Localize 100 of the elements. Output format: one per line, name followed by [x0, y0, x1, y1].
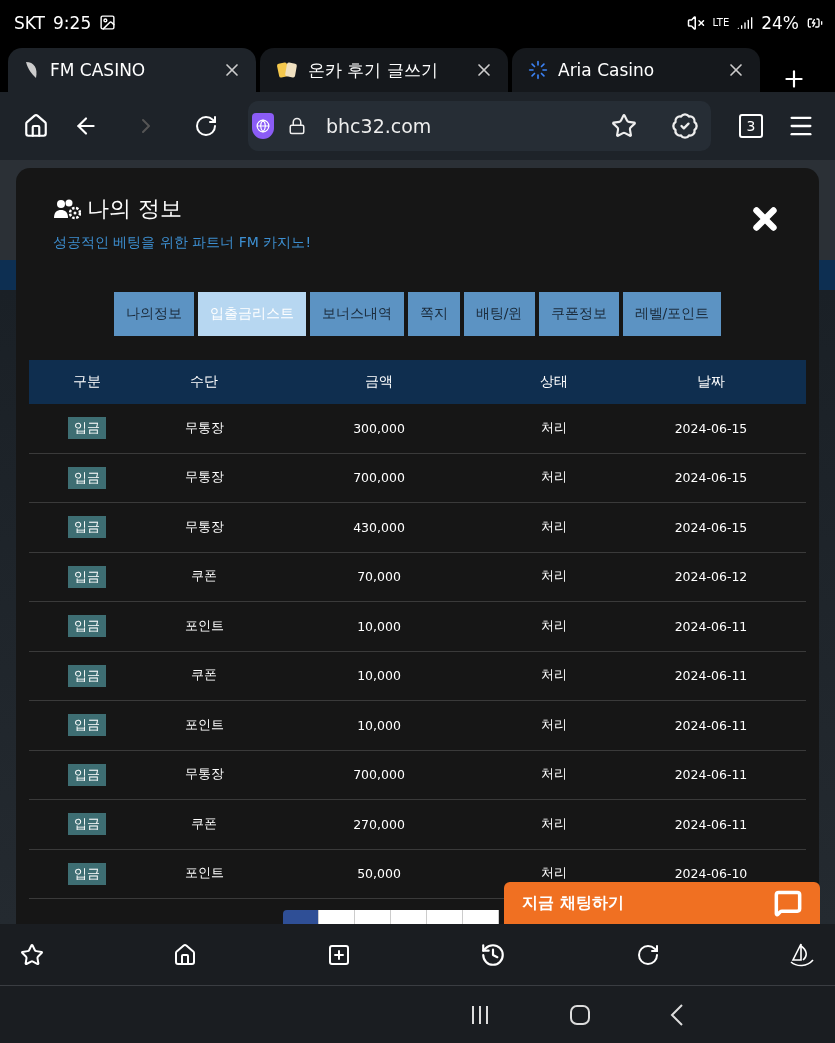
- tab-title: 온카 후기 글쓰기: [308, 58, 439, 82]
- table-cell: 2024-06-11: [674, 717, 748, 733]
- reload-icon[interactable]: [194, 114, 218, 138]
- badge-check-icon[interactable]: [671, 112, 699, 140]
- type-tag: 입금: [68, 466, 106, 489]
- cards-icon: [276, 60, 298, 80]
- add-tab-icon[interactable]: [326, 942, 351, 967]
- type-tag: 입금: [68, 516, 106, 539]
- table-cell: 2024-06-15: [674, 470, 748, 486]
- table-cell: 2024-06-15: [674, 519, 748, 535]
- battery-level: 24%: [761, 12, 799, 33]
- table-cell: 700,000: [353, 470, 405, 486]
- carrier: SKT: [14, 12, 45, 33]
- signal-icon: [737, 14, 754, 31]
- image-icon: [99, 14, 117, 31]
- chat-icon: [774, 889, 802, 917]
- table-cell: 10,000: [357, 618, 401, 634]
- table-cell: 무통장: [184, 518, 224, 536]
- star-icon[interactable]: [20, 942, 44, 967]
- type-tag: 입금: [68, 417, 106, 440]
- home-icon[interactable]: [23, 113, 49, 139]
- type-tag: 입금: [68, 763, 106, 786]
- pagination[interactable]: [283, 910, 499, 924]
- table-cell: 50,000: [357, 866, 401, 882]
- browser-tab[interactable]: 온카 후기 글쓰기: [260, 48, 508, 92]
- tab[interactable]: 레벨/포인트: [622, 292, 722, 336]
- table-cell: 2024-06-12: [674, 569, 748, 585]
- table-cell: 700,000: [353, 767, 405, 783]
- address-bar[interactable]: bhc32.com: [248, 101, 711, 151]
- table-cell: 처리: [541, 766, 567, 784]
- tab-count[interactable]: 3: [739, 114, 763, 138]
- recent-apps-icon[interactable]: [470, 1004, 490, 1025]
- reload-icon[interactable]: [635, 942, 660, 967]
- network-type: LTE: [712, 17, 730, 28]
- table-cell: 처리: [541, 716, 567, 734]
- clock: 9:25: [53, 12, 92, 33]
- table-cell: 포인트: [184, 716, 224, 734]
- history-icon[interactable]: [480, 941, 507, 968]
- tab-title: Aria Casino: [558, 60, 656, 80]
- shield-icon: [252, 113, 274, 139]
- column-header: 금액: [365, 373, 393, 391]
- home-icon[interactable]: [173, 942, 198, 967]
- table-cell: 무통장: [184, 419, 224, 437]
- column-header: 날짜: [697, 373, 725, 391]
- users-gear-icon: [53, 198, 81, 220]
- column-header: 구분: [73, 373, 101, 391]
- modal-subtitle: 성공적인 베팅을 위한 파트너 FM 카지노!: [53, 234, 312, 252]
- table-cell: 2024-06-15: [674, 420, 748, 436]
- table-cell: 2024-06-11: [674, 767, 748, 783]
- table-cell: 처리: [541, 469, 567, 487]
- table-cell: 처리: [541, 865, 567, 883]
- table-cell: 쿠폰: [191, 815, 217, 833]
- table-cell: 2024-06-10: [674, 866, 748, 882]
- type-tag: 입금: [68, 813, 106, 836]
- type-tag: 입금: [68, 565, 106, 588]
- table-cell: 무통장: [184, 766, 224, 784]
- table-cell: 포인트: [184, 617, 224, 635]
- table-cell: 2024-06-11: [674, 618, 748, 634]
- type-tag: 입금: [68, 714, 106, 737]
- column-header: 상태: [540, 373, 568, 391]
- type-tag: 입금: [68, 615, 106, 638]
- table-cell: 처리: [541, 617, 567, 635]
- column-header: 수단: [190, 373, 218, 391]
- lock-icon: [288, 117, 306, 135]
- table-cell: 처리: [541, 518, 567, 536]
- table-cell: 포인트: [184, 865, 224, 883]
- table-cell: 처리: [541, 667, 567, 685]
- tab[interactable]: 배팅/윈: [463, 292, 535, 336]
- table-cell: 300,000: [353, 420, 405, 436]
- back-icon[interactable]: [670, 1003, 684, 1026]
- mute-icon: [686, 13, 705, 32]
- table-cell: 처리: [541, 568, 567, 586]
- type-tag: 입금: [68, 862, 106, 885]
- table-cell: 270,000: [353, 816, 405, 832]
- table-cell: 처리: [541, 419, 567, 437]
- tab[interactable]: 쪽지: [407, 292, 460, 336]
- table-cell: 처리: [541, 815, 567, 833]
- table-cell: 쿠폰: [191, 568, 217, 586]
- chat-button[interactable]: 지금 채팅하기: [504, 882, 820, 924]
- table-cell: 무통장: [184, 469, 224, 487]
- table-cell: 쿠폰: [191, 667, 217, 685]
- table-cell: 2024-06-11: [674, 668, 748, 684]
- loading-icon: [528, 60, 548, 80]
- table-cell: 10,000: [357, 717, 401, 733]
- type-tag: 입금: [68, 664, 106, 687]
- table-cell: 10,000: [357, 668, 401, 684]
- table-cell: 70,000: [357, 569, 401, 585]
- modal-title: 나의 정보: [87, 195, 182, 223]
- tab[interactable]: 보너스내역: [309, 292, 404, 336]
- browser-tab[interactable]: Aria Casino: [512, 48, 760, 92]
- table-cell: 430,000: [353, 519, 405, 535]
- tab[interactable]: 쿠폰정보: [538, 292, 619, 336]
- star-icon[interactable]: [611, 113, 637, 139]
- table-cell: 2024-06-11: [674, 816, 748, 832]
- url-text: bhc32.com: [326, 115, 433, 137]
- browser-tab[interactable]: FM CASINO: [8, 48, 256, 92]
- sailboat-icon[interactable]: [788, 941, 815, 968]
- tab-title: FM CASINO: [50, 60, 147, 80]
- home-button-icon[interactable]: [570, 1004, 590, 1025]
- tab[interactable]: 나의정보: [113, 292, 194, 336]
